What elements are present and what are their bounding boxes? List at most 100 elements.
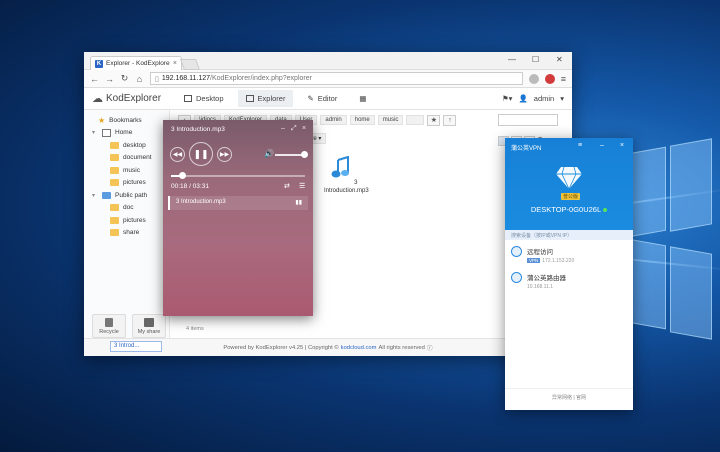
prev-button[interactable]: ◀◀ bbox=[170, 147, 185, 162]
close-icon[interactable]: × bbox=[620, 142, 624, 149]
star-icon: ★ bbox=[98, 115, 106, 125]
vpn-device-item[interactable]: 蒲公英路由器 10.168.11.1 bbox=[511, 272, 566, 290]
home-icon[interactable]: ⌂ bbox=[135, 74, 144, 84]
close-icon[interactable]: × bbox=[302, 125, 306, 132]
folder-icon bbox=[110, 216, 119, 224]
volume-icon[interactable]: 🔊 bbox=[264, 149, 274, 158]
vpn-footer[interactable]: 异常网络 | 官网 bbox=[505, 394, 633, 401]
browser-tab[interactable]: K Explorer - KodExplore × bbox=[90, 56, 182, 70]
device-tag: VPN bbox=[527, 258, 541, 263]
sidebar-item-music[interactable]: music bbox=[110, 164, 169, 177]
menu-icon[interactable]: ≡ bbox=[578, 142, 582, 149]
close-window-button[interactable]: ✕ bbox=[556, 55, 563, 64]
sidebar-item-public-pictures[interactable]: pictures bbox=[110, 214, 169, 227]
eq-icon: ▮▮ bbox=[295, 200, 302, 206]
progress-track[interactable] bbox=[171, 175, 305, 177]
reload-button[interactable]: ↻ bbox=[120, 73, 129, 84]
browser-menu-icon[interactable]: ≡ bbox=[561, 74, 566, 84]
playlist-icon[interactable]: ☰ bbox=[299, 182, 305, 190]
vpn-window: 蒲公英VPN ≡ – × 普公版 DESKTOP-0G0U26L 搜索设备（按I… bbox=[505, 138, 633, 410]
vpn-search-input[interactable]: 搜索设备（按IP或VPN IP） bbox=[505, 230, 633, 240]
task-chip[interactable]: 3 Introd... bbox=[110, 341, 162, 352]
tab-explorer[interactable]: Explorer bbox=[237, 90, 294, 107]
progress-knob[interactable] bbox=[179, 172, 187, 179]
tab-desktop[interactable]: Desktop bbox=[176, 90, 232, 107]
user-menu[interactable]: ⚑▾ 👤 admin ▾ bbox=[502, 94, 564, 103]
vpn-hostname: DESKTOP-0G0U26L bbox=[505, 205, 633, 214]
tab-close-icon[interactable]: × bbox=[173, 60, 177, 67]
search-input[interactable] bbox=[498, 114, 558, 126]
expand-icon[interactable]: ⤢ bbox=[291, 125, 297, 133]
footer-link[interactable]: kodcloud.com bbox=[341, 345, 377, 351]
vpn-device-item[interactable]: 远程访问 VPN 172.1.153.220 bbox=[511, 246, 574, 264]
minimize-button[interactable]: — bbox=[508, 55, 516, 64]
maximize-button[interactable]: ☐ bbox=[532, 55, 539, 64]
sidebar-item-desktop[interactable]: desktop bbox=[110, 139, 169, 152]
file-item[interactable]: 3 Introduction.mp3 bbox=[324, 155, 369, 195]
sidebar-item-document[interactable]: document bbox=[110, 152, 169, 165]
tab-editor-label: Editor bbox=[317, 94, 338, 103]
sidebar-item-doc[interactable]: doc bbox=[110, 202, 169, 215]
device-ip: 172.1.153.220 bbox=[542, 258, 575, 264]
url-host: 192.168.11.127 bbox=[161, 75, 210, 82]
sidebar-item-bookmarks[interactable]: ★ Bookmarks bbox=[98, 114, 169, 127]
caret-down-icon[interactable]: ▾ bbox=[92, 129, 98, 136]
hostname-label: DESKTOP-0G0U26L bbox=[530, 205, 602, 214]
pause-button[interactable]: ❚❚ bbox=[189, 142, 213, 166]
router-icon bbox=[511, 272, 522, 283]
forward-button[interactable]: → bbox=[105, 74, 114, 84]
repeat-icon[interactable]: ⇄ bbox=[284, 182, 290, 190]
explorer-icon bbox=[245, 95, 254, 102]
status-text: 4 items bbox=[186, 326, 204, 332]
music-file-icon bbox=[331, 155, 350, 178]
star-bookmark-icon[interactable]: ★ bbox=[427, 114, 441, 126]
monitor-icon bbox=[184, 95, 192, 102]
playlist-item-label: 3 Introduction.mp3 bbox=[176, 199, 226, 205]
folder-icon bbox=[110, 154, 119, 162]
app-header: ☁ KodExplorer Desktop Explorer ✎ Editor … bbox=[84, 88, 572, 110]
recycle-icon bbox=[105, 317, 113, 327]
kod-favicon-icon: K bbox=[95, 59, 103, 68]
url-field[interactable]: ▯ 192.168.11.127/KodExplorer/index.php?e… bbox=[150, 72, 523, 85]
breadcrumb-item[interactable]: admin bbox=[320, 115, 347, 125]
dock-label: My share bbox=[137, 328, 161, 335]
breadcrumb-item[interactable]: home bbox=[349, 115, 375, 125]
info-icon[interactable]: ⓘ bbox=[427, 343, 433, 352]
folder-icon bbox=[110, 204, 119, 212]
logo-text: KodExplorer bbox=[106, 93, 162, 104]
folder-icon bbox=[110, 229, 119, 237]
recycle-button[interactable]: Recycle bbox=[92, 314, 126, 338]
flag-icon[interactable]: ⚑▾ bbox=[502, 94, 513, 103]
volume-slider[interactable] bbox=[275, 154, 303, 156]
playlist-item[interactable]: 3 Introduction.mp3 ▮▮ bbox=[168, 196, 308, 210]
sidebar-dock: Recycle My share bbox=[92, 314, 166, 338]
extension-icon[interactable] bbox=[528, 73, 539, 84]
divider bbox=[505, 388, 633, 389]
sidebar-item-pictures[interactable]: pictures bbox=[110, 177, 169, 190]
my-share-button[interactable]: My share bbox=[132, 314, 166, 338]
time-display: 00:18 / 03:31 bbox=[171, 183, 209, 190]
device-name: 蒲公英路由器 bbox=[527, 275, 566, 282]
user-icon: 👤 bbox=[518, 94, 528, 103]
tab-desktop-label: Desktop bbox=[196, 94, 224, 103]
minimize-icon[interactable]: – bbox=[281, 125, 285, 132]
minimize-icon[interactable]: – bbox=[600, 142, 604, 149]
next-button[interactable]: ▶▶ bbox=[217, 147, 232, 162]
new-tab-button[interactable] bbox=[179, 59, 201, 70]
sidebar-item-home[interactable]: ▾ Home bbox=[92, 127, 169, 140]
windows-logo bbox=[628, 138, 712, 340]
vpn-badge: 普公版 bbox=[561, 193, 581, 200]
breadcrumb-item[interactable]: music bbox=[377, 115, 404, 125]
player-title: 3 Introduction.mp3 bbox=[171, 126, 225, 133]
tab-apps[interactable]: ▦ bbox=[351, 90, 374, 107]
sidebar-item-share[interactable]: share bbox=[110, 227, 169, 240]
back-button[interactable]: ← bbox=[90, 74, 99, 84]
volume-knob[interactable] bbox=[301, 151, 308, 158]
browser-window: K Explorer - KodExplore × — ☐ ✕ ← → ↻ ⌂ … bbox=[84, 52, 572, 356]
sidebar-item-public[interactable]: ▾ Public path bbox=[92, 189, 169, 202]
tab-editor[interactable]: ✎ Editor bbox=[299, 90, 345, 107]
caret-down-icon[interactable]: ▾ bbox=[92, 192, 98, 199]
public-drive-icon bbox=[102, 191, 111, 199]
adblock-icon[interactable] bbox=[544, 73, 555, 84]
up-arrow-icon[interactable]: ↑ bbox=[443, 114, 457, 126]
